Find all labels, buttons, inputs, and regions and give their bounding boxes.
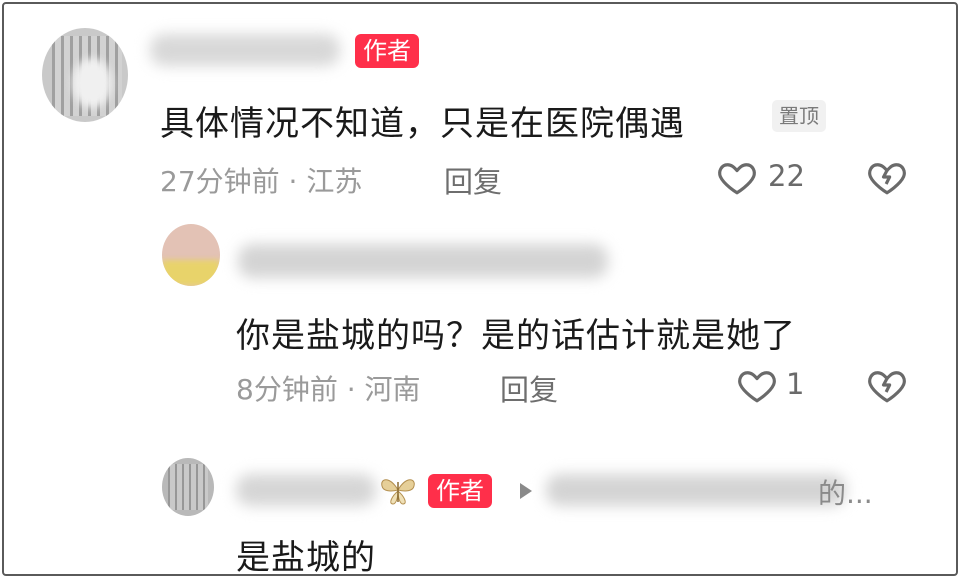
author-badge: 作者 [428,474,492,508]
comment-text: 具体情况不知道，只是在医院偶遇 [160,104,685,144]
like-count: 1 [786,367,805,401]
like-heart-icon [736,364,778,406]
reply-button[interactable]: 回复 [444,159,502,201]
reply-arrow-icon [516,480,536,502]
username-blurred[interactable] [150,34,340,66]
butterfly-icon [378,472,418,508]
pinned-badge: 置顶 [772,100,826,132]
avatar[interactable] [162,458,214,516]
avatar[interactable] [42,28,128,122]
username-blurred[interactable] [238,244,608,278]
reply-button[interactable]: 回复 [500,367,558,409]
avatar[interactable] [162,224,220,286]
dislike-broken-heart-icon[interactable] [866,156,908,198]
like-button[interactable]: 1 [736,364,816,408]
like-heart-icon [716,156,758,198]
like-count: 22 [768,159,805,193]
comment-meta: 27分钟前 · 江苏 [160,165,363,198]
reply-target-tail: 的... [818,477,873,510]
comment-meta: 8分钟前 · 河南 [236,373,421,406]
reply-target-blurred[interactable] [546,474,846,506]
like-button[interactable]: 22 [716,156,816,200]
username-blurred[interactable] [236,474,376,506]
dislike-broken-heart-icon[interactable] [866,364,908,406]
comment-text: 你是盐城的吗？是的话估计就是她了 [236,316,796,356]
comment-text: 是盐城的 [236,538,376,578]
author-badge: 作者 [355,34,419,68]
